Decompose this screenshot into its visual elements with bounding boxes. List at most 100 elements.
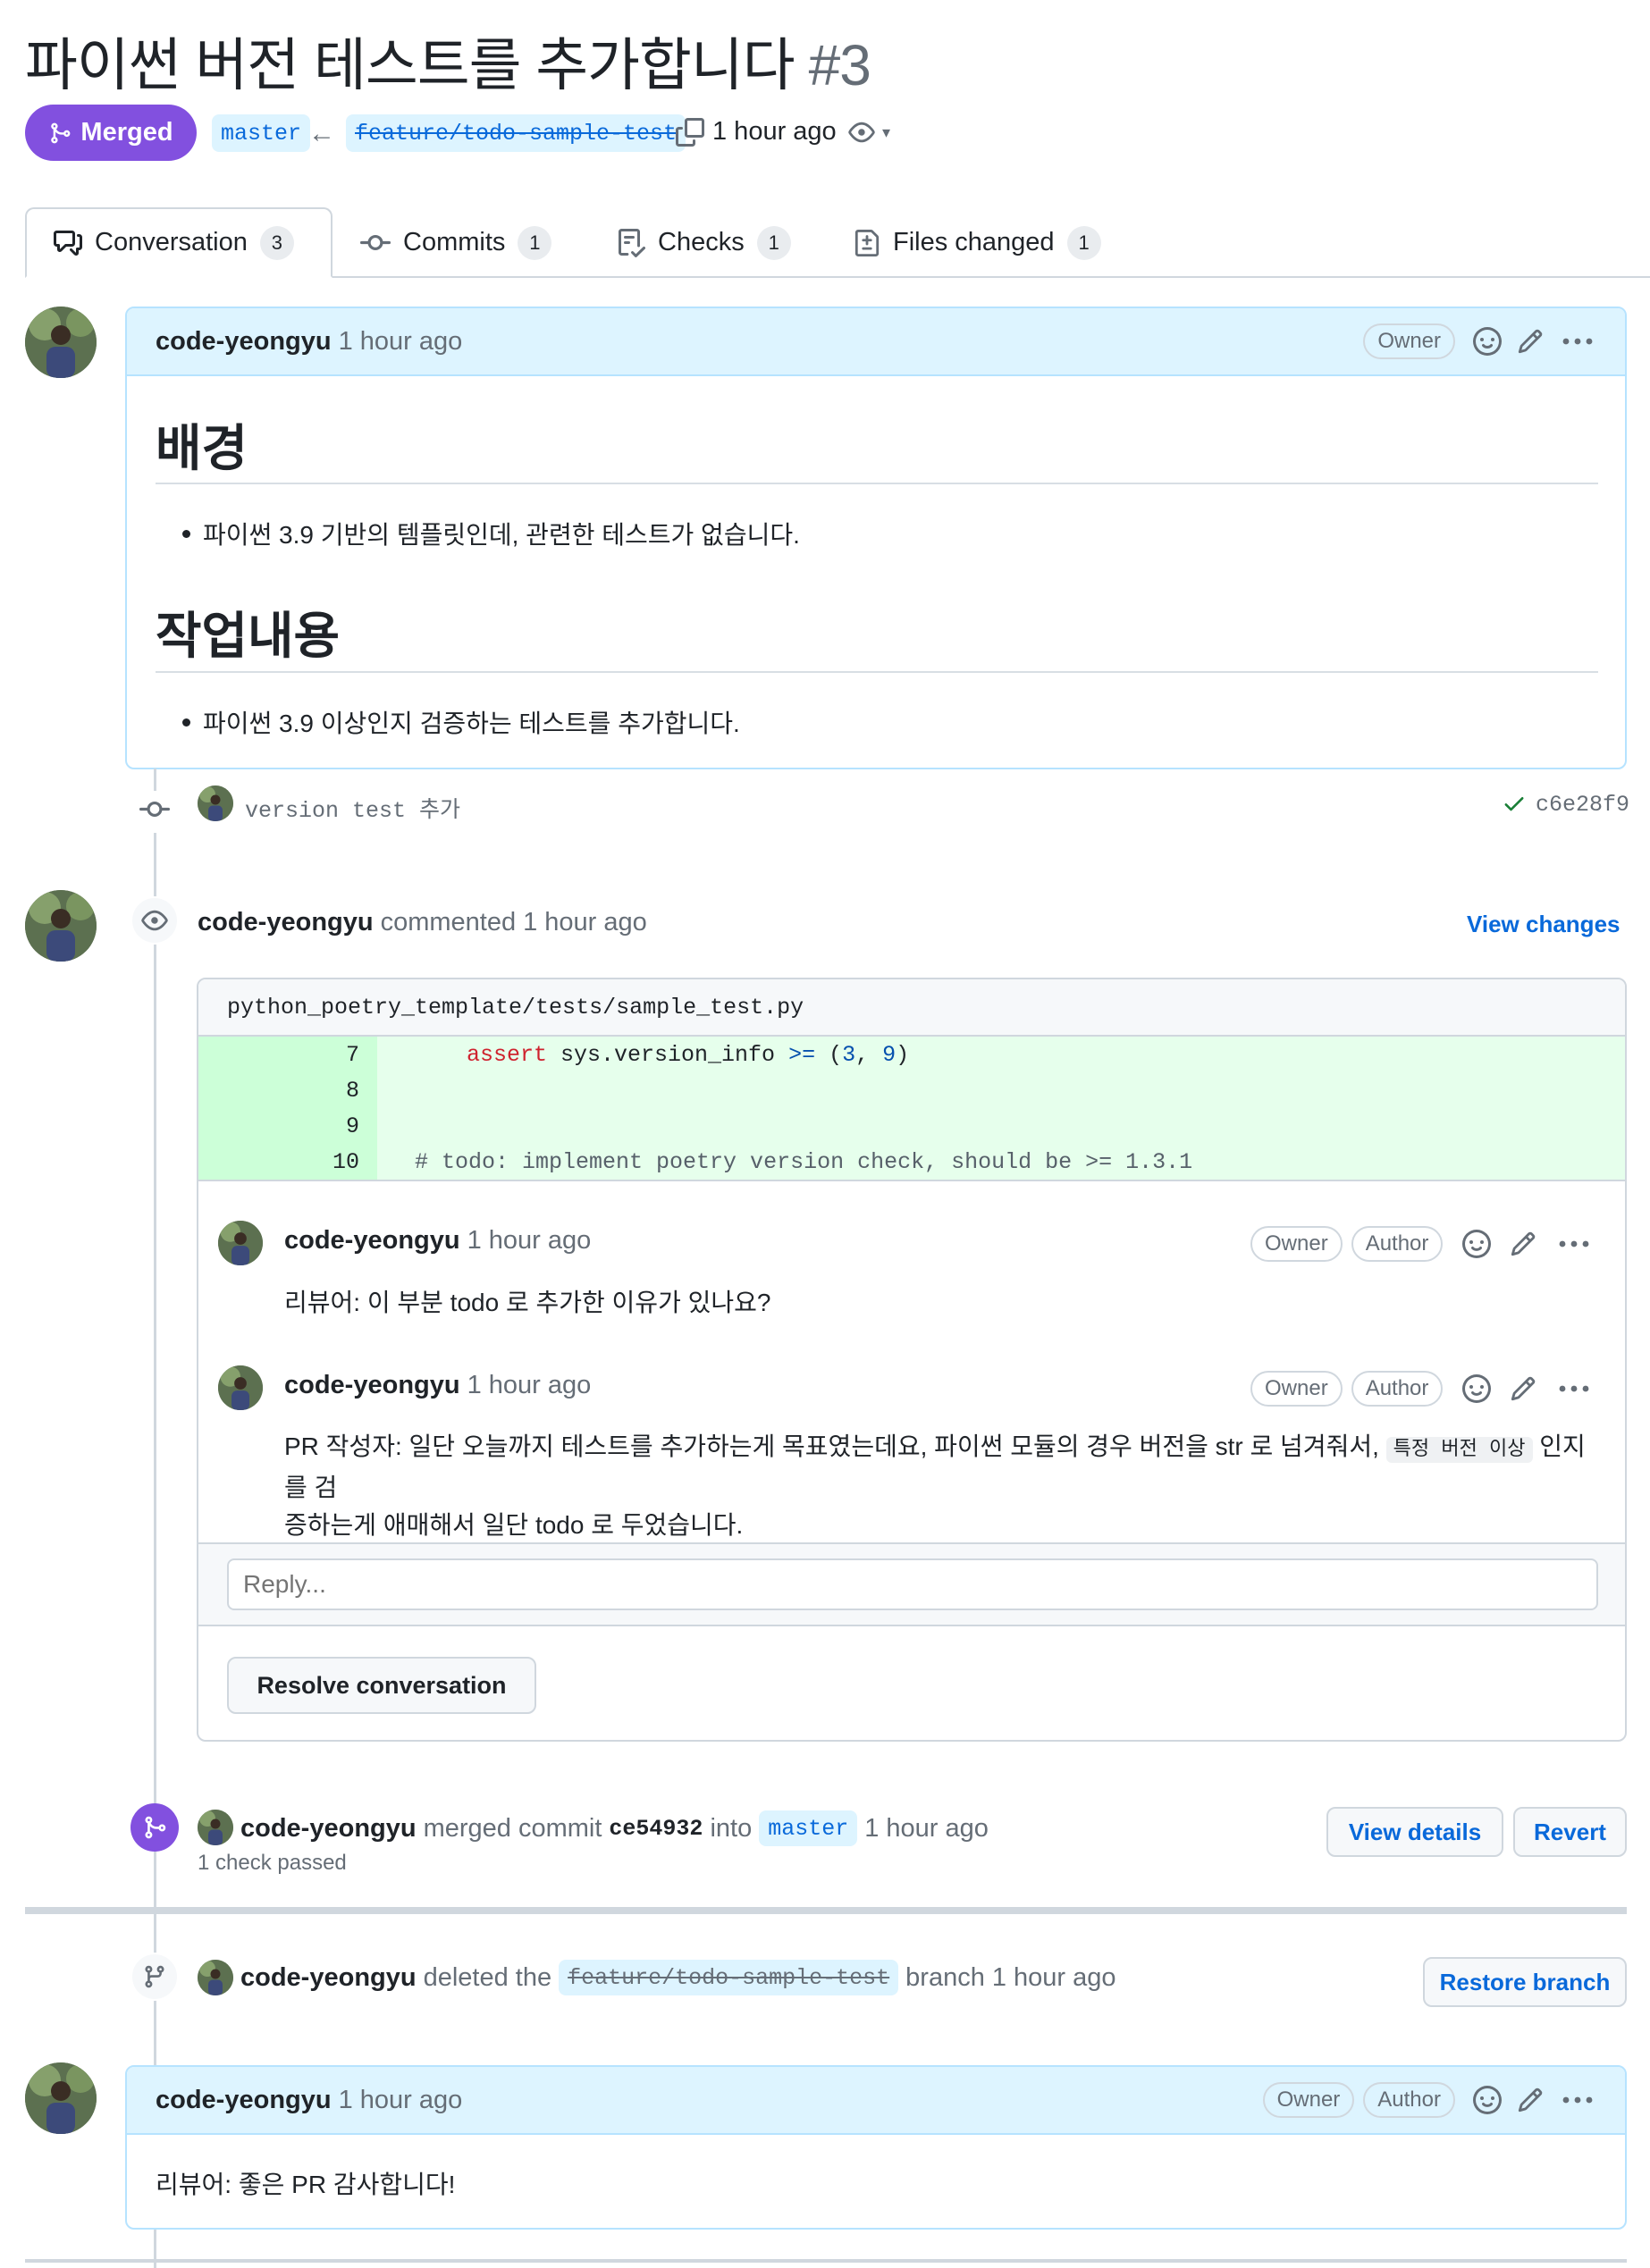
line-number[interactable]: 9 xyxy=(198,1108,377,1144)
comment-box: code-yeongyu 1 hour ago Owner Author 리뷰어… xyxy=(125,2065,1627,2230)
code-token: ( xyxy=(815,1041,843,1068)
merge-commit-sha[interactable]: ce54932 xyxy=(609,1816,703,1842)
owner-badge: Owner xyxy=(1363,323,1455,359)
kebab-horizontal-icon[interactable] xyxy=(1555,1228,1593,1260)
thread-comment-body: PR 작성자: 일단 오늘까지 테스트를 추가하는게 목표였는데요, 파이썬 모… xyxy=(284,1428,1607,1544)
base-branch-label: master xyxy=(221,120,302,147)
avatar[interactable] xyxy=(25,2062,97,2134)
checklist-icon xyxy=(619,228,645,257)
pencil-icon[interactable] xyxy=(1514,325,1546,357)
thread-comment-actions: Owner Author xyxy=(1250,1226,1593,1262)
code-token: sys.version_info xyxy=(547,1041,789,1068)
kebab-horizontal-icon[interactable] xyxy=(1555,1373,1593,1405)
review-author[interactable]: code-yeongyu xyxy=(198,908,374,937)
avatar[interactable] xyxy=(198,785,233,821)
revert-button[interactable]: Revert xyxy=(1513,1807,1627,1857)
avatar[interactable] xyxy=(198,1960,233,1995)
comment-time[interactable]: 1 hour ago xyxy=(467,1226,592,1256)
heading-work: 작업내용 xyxy=(156,608,341,664)
view-details-button[interactable]: View details xyxy=(1326,1807,1503,1857)
comment-time[interactable]: 1 hour ago xyxy=(467,1371,592,1400)
merged-time: 1 hour ago xyxy=(712,117,837,146)
thread-comment-body: 리뷰어: 이 부분 todo 로 추가한 이유가 있나요? xyxy=(284,1289,771,1316)
comment-author[interactable]: code-yeongyu xyxy=(156,2086,332,2115)
event-time[interactable]: 1 hour ago xyxy=(864,1814,989,1844)
watch-dropdown[interactable]: ▾ xyxy=(846,119,890,146)
base-branch-chip[interactable]: master xyxy=(759,1810,858,1846)
kebab-horizontal-icon[interactable] xyxy=(1559,2084,1596,2116)
checks-status[interactable]: 1 check passed xyxy=(198,1851,347,1876)
code-number: 9 xyxy=(882,1041,897,1068)
merge-icon xyxy=(145,1816,166,1839)
timeline-break xyxy=(25,2259,1627,2263)
timeline-line xyxy=(154,769,156,2268)
smiley-icon[interactable] xyxy=(1471,325,1503,357)
avatar[interactable] xyxy=(198,1810,233,1845)
comment-body: 리뷰어: 좋은 PR 감사합니다! xyxy=(156,2171,456,2198)
copy-icon[interactable] xyxy=(676,117,704,152)
file-diff-icon xyxy=(854,229,880,256)
avatar[interactable] xyxy=(218,1365,263,1410)
line-number[interactable]: 10 xyxy=(198,1144,377,1180)
divider xyxy=(198,1180,1625,1181)
file-path-header: python_poetry_template/tests/sample_test… xyxy=(198,979,1625,1037)
smiley-icon[interactable] xyxy=(1471,2084,1503,2116)
arrow-left-icon: ← xyxy=(308,119,335,148)
base-branch-chip[interactable]: master xyxy=(212,114,311,152)
avatar[interactable] xyxy=(25,890,97,962)
reply-input[interactable] xyxy=(227,1558,1598,1610)
diff-line: 10 # todo: implement poetry version chec… xyxy=(198,1144,1625,1180)
smiley-icon[interactable] xyxy=(1461,1373,1493,1405)
author-badge: Author xyxy=(1363,2082,1455,2118)
kebab-horizontal-icon[interactable] xyxy=(1559,325,1596,357)
event-author[interactable]: code-yeongyu xyxy=(240,1963,417,1993)
tab-label: Commits xyxy=(403,228,506,256)
head-branch-label: feature/todo-sample-test xyxy=(355,120,678,147)
list-item-text: 파이썬 3.9 기반의 템플릿인데, 관련한 테스트가 없습니다. xyxy=(203,521,800,549)
restore-branch-button[interactable]: Restore branch xyxy=(1423,1957,1627,2007)
file-path[interactable]: python_poetry_template/tests/sample_test… xyxy=(227,995,804,1021)
tab-counter: 1 xyxy=(518,225,552,260)
author-badge: Author xyxy=(1351,1226,1444,1262)
commit-sha[interactable]: c6e28f9 xyxy=(1536,792,1629,818)
pr-title: 파이썬 버전 테스트를 추가합니다 xyxy=(25,33,796,97)
tab-commits[interactable]: Commits 1 xyxy=(333,207,578,278)
head-branch-chip[interactable]: feature/todo-sample-test xyxy=(346,114,686,152)
avatar[interactable] xyxy=(25,307,97,378)
comment-time[interactable]: 1 hour ago xyxy=(339,327,463,357)
comment-author[interactable]: code-yeongyu xyxy=(156,327,332,357)
deleted-branch-chip: feature/todo-sample-test xyxy=(559,1960,899,1995)
event-time[interactable]: 1 hour ago xyxy=(992,1963,1116,1993)
owner-badge: Owner xyxy=(1262,2082,1355,2118)
commit-message[interactable]: version test 추가 xyxy=(245,792,460,824)
line-number[interactable]: 8 xyxy=(198,1072,377,1108)
resolve-conversation-button[interactable]: Resolve conversation xyxy=(227,1657,536,1714)
comment-header: code-yeongyu 1 hour ago Owner xyxy=(127,308,1625,376)
pencil-icon[interactable] xyxy=(1507,1373,1539,1405)
review-time[interactable]: 1 hour ago xyxy=(523,908,647,937)
pencil-icon[interactable] xyxy=(1514,2084,1546,2116)
comment-time[interactable]: 1 hour ago xyxy=(339,2086,463,2115)
tab-label: Conversation xyxy=(95,228,248,256)
event-author[interactable]: code-yeongyu xyxy=(240,1814,417,1844)
list-item: 파이썬 3.9 이상인지 검증하는 테스트를 추가합니다. xyxy=(182,704,740,740)
diff-line: 9 xyxy=(198,1108,1625,1144)
comment-author[interactable]: code-yeongyu xyxy=(284,1226,460,1256)
comment-discussion-icon xyxy=(54,230,82,256)
tab-checks[interactable]: Checks 1 xyxy=(590,207,818,278)
comment-author[interactable]: code-yeongyu xyxy=(284,1371,460,1400)
tab-files-changed[interactable]: Files changed 1 xyxy=(827,207,1128,278)
merge-icon xyxy=(51,122,71,143)
pencil-icon[interactable] xyxy=(1507,1228,1539,1260)
line-number[interactable]: 7 xyxy=(198,1037,377,1072)
avatar[interactable] xyxy=(218,1221,263,1265)
check-icon[interactable] xyxy=(1502,790,1527,821)
view-changes-link[interactable]: View changes xyxy=(1467,911,1621,938)
code-token: ) xyxy=(896,1041,910,1068)
smiley-icon[interactable] xyxy=(1461,1228,1493,1260)
merged-state-badge: Merged xyxy=(25,105,197,161)
tab-conversation[interactable]: Conversation 3 xyxy=(25,207,333,278)
branch-deleted-badge xyxy=(130,1953,179,2001)
review-eye-badge xyxy=(130,896,179,945)
code-text: assert sys.version_info >= (3, 9) xyxy=(377,1042,909,1068)
